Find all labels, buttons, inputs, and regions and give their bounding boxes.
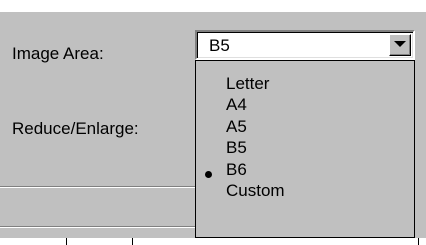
list-item-a4[interactable]: A4 — [226, 95, 247, 115]
chevron-down-icon — [394, 41, 406, 47]
list-item-a5[interactable]: A5 — [226, 117, 247, 137]
bottom-strip — [0, 238, 426, 245]
dropdown-button[interactable] — [389, 34, 411, 56]
reduce-enlarge-label: Reduce/Enlarge: — [12, 119, 139, 138]
separator-light — [0, 187, 195, 188]
image-area-label: Image Area: — [12, 44, 104, 63]
image-area-dropdown-list[interactable]: Letter A4 A5 B5 B6 Custom — [195, 60, 415, 238]
panel-bottom-light — [0, 227, 195, 228]
image-area-combobox[interactable]: B5 — [195, 30, 415, 60]
selected-bullet-icon — [205, 171, 212, 178]
list-item-b6[interactable]: B6 — [226, 160, 247, 180]
list-item-custom[interactable]: Custom — [226, 181, 285, 201]
image-area-selected-value: B5 — [209, 36, 230, 55]
page-setup-dialog: Image Area: B5 Reduce/Enlarge: Letter A4… — [0, 0, 426, 245]
list-item-letter[interactable]: Letter — [226, 74, 269, 94]
bottom-grid-line — [132, 238, 133, 245]
bottom-grid-line — [418, 238, 419, 245]
top-edge — [0, 0, 426, 12]
list-item-b5[interactable]: B5 — [226, 138, 247, 158]
bottom-grid-line — [66, 238, 67, 245]
